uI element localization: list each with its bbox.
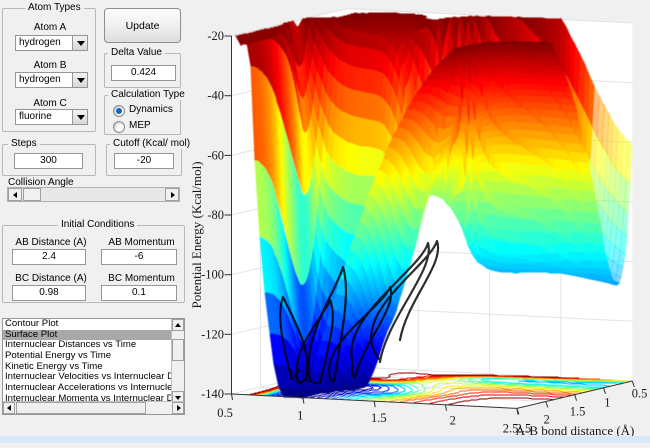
svg-text:Potential Energy (Kcal/mol): Potential Energy (Kcal/mol) bbox=[189, 161, 204, 308]
svg-text:-20: -20 bbox=[207, 29, 224, 43]
svg-text:1: 1 bbox=[604, 396, 610, 410]
svg-text:-80: -80 bbox=[207, 208, 224, 222]
svg-text:1.5: 1.5 bbox=[371, 411, 387, 425]
svg-text:0.5: 0.5 bbox=[217, 406, 233, 420]
svg-text:2: 2 bbox=[450, 414, 456, 428]
svg-text:A-B bond distance (Å): A-B bond distance (Å) bbox=[516, 423, 635, 438]
svg-text:-140: -140 bbox=[201, 387, 224, 401]
svg-text:-60: -60 bbox=[207, 148, 224, 162]
svg-text:1.5: 1.5 bbox=[570, 404, 586, 418]
svg-text:-100: -100 bbox=[201, 268, 224, 282]
svg-text:-40: -40 bbox=[207, 89, 224, 103]
svg-text:0.5: 0.5 bbox=[632, 387, 648, 401]
svg-text:-120: -120 bbox=[201, 327, 224, 341]
svg-text:1: 1 bbox=[297, 409, 303, 423]
